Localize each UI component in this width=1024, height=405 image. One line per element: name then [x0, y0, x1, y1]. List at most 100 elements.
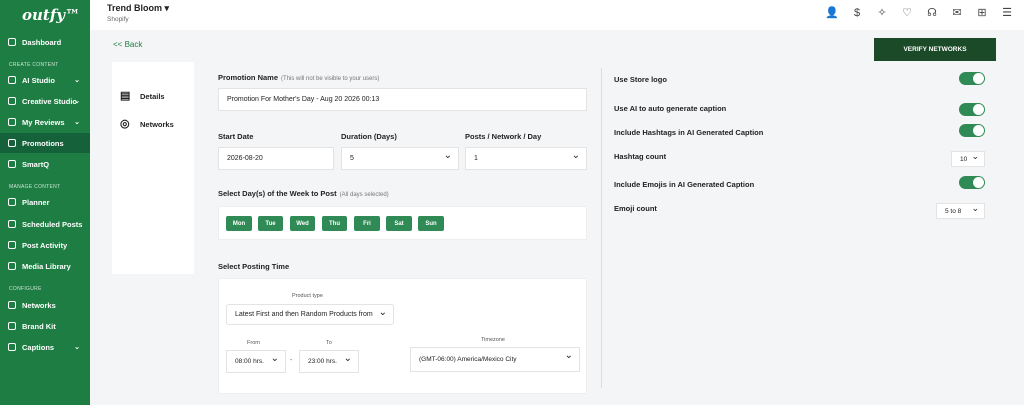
duration-label: Duration (Days) [341, 132, 397, 141]
scheduled-posts-icon [8, 220, 16, 228]
sidebar-item-label: Post Activity [22, 240, 68, 250]
start-date-input[interactable]: 2026-08-20 [218, 147, 334, 170]
product-type-label: Product type [292, 293, 323, 299]
reviews-icon [8, 118, 16, 126]
days-label: Select Day(s) of the Week to Post (All da… [218, 189, 389, 198]
dashboard-icon [8, 38, 16, 46]
sidebar-item-my-reviews[interactable]: My Reviews ⌄ [0, 112, 90, 132]
sidebar-item-label: Brand Kit [22, 321, 56, 331]
section-manage-content: MANAGE CONTENT [9, 184, 61, 190]
details-icon: ▤ [120, 90, 131, 102]
posts-per-day-label: Posts / Network / Day [465, 132, 542, 141]
sidebar-item-brand-kit[interactable]: Brand Kit [0, 316, 90, 336]
sidebar-item-smartq[interactable]: SmartQ [0, 154, 90, 174]
section-configure: CONFIGURE [9, 286, 42, 292]
sidebar-item-post-activity[interactable]: Post Activity [0, 235, 90, 255]
timezone-select[interactable]: (GMT-06:00) America/Mexico City [410, 347, 580, 372]
time-range-separator: - [290, 357, 293, 364]
hashtags-toggle[interactable] [959, 124, 985, 137]
from-time-select[interactable]: 08:00 hrs. [226, 350, 286, 373]
step-details[interactable]: ▤ Details [120, 91, 165, 102]
creative-studio-icon [8, 97, 16, 105]
posting-time-label: Select Posting Time [218, 262, 290, 271]
sidebar-item-creative-studio[interactable]: Creative Studio ⌄ [0, 91, 90, 111]
section-create-content: CREATE CONTENT [9, 62, 59, 68]
sidebar-item-scheduled-posts[interactable]: Scheduled Posts [0, 214, 90, 234]
posting-time-panel [218, 278, 587, 394]
use-store-logo-toggle[interactable] [959, 72, 985, 85]
promotion-name-hint: (This will not be visible to your users) [281, 76, 380, 82]
sidebar-item-dashboard[interactable]: Dashboard [0, 32, 90, 52]
day-sat-button[interactable]: Sat [386, 216, 412, 231]
duration-select[interactable]: 5 [341, 147, 459, 170]
emojis-toggle[interactable] [959, 176, 985, 189]
promotion-name-label: Promotion Name (This will not be visible … [218, 73, 380, 82]
store-name: Trend Bloom [107, 3, 163, 13]
step-label: Networks [140, 120, 174, 129]
sidebar-item-ai-studio[interactable]: AI Studio ⌄ [0, 70, 90, 90]
promotion-name-input[interactable]: Promotion For Mother's Day - Aug 20 2026… [218, 88, 587, 111]
day-fri-button[interactable]: Fri [354, 216, 380, 231]
networks-icon [8, 301, 16, 309]
step-networks[interactable]: ◎ Networks [120, 119, 174, 130]
user-icon[interactable]: 👤 [825, 6, 839, 20]
back-link[interactable]: << Back [113, 40, 142, 49]
menu-icon[interactable]: ☰ [1000, 6, 1014, 20]
sidebar: outfy™ Dashboard CREATE CONTENT AI Studi… [0, 0, 90, 405]
product-type-select[interactable]: Latest First and then Random Products fr… [226, 304, 394, 325]
ai-caption-toggle[interactable] [959, 103, 985, 116]
post-activity-icon [8, 241, 16, 249]
emoji-count-select[interactable]: 5 to 8 [936, 203, 985, 219]
billing-icon[interactable]: $ [850, 6, 864, 20]
sidebar-item-planner[interactable]: Planner [0, 192, 90, 212]
captions-icon [8, 343, 16, 351]
hashtags-label: Include Hashtags in AI Generated Caption [614, 128, 764, 137]
topbar: Trend Bloom ▾ Shopify 👤 $ ✧ ♡ ☊ ✉ ⊞ ☰ [90, 0, 1024, 30]
sidebar-item-label: Captions [22, 342, 55, 352]
emoji-count-label: Emoji count [614, 204, 657, 213]
sidebar-item-label: Networks [22, 300, 56, 310]
day-tue-button[interactable]: Tue [258, 216, 283, 231]
ai-studio-icon [8, 76, 16, 84]
planner-icon [8, 198, 16, 206]
use-store-logo-label: Use Store logo [614, 75, 667, 84]
start-date-label: Start Date [218, 132, 254, 141]
smartq-icon [8, 160, 16, 168]
chevron-down-icon: ⌄ [74, 98, 80, 105]
chevron-down-icon: ⌄ [74, 77, 80, 84]
handshake-icon[interactable]: ♡ [900, 6, 914, 20]
column-divider [601, 68, 602, 388]
sidebar-item-media-library[interactable]: Media Library [0, 256, 90, 276]
day-wed-button[interactable]: Wed [290, 216, 315, 231]
sidebar-item-captions[interactable]: Captions ⌄ [0, 337, 90, 357]
verify-networks-button[interactable]: VERIFY NETWORKS [874, 38, 996, 61]
magic-icon[interactable]: ✧ [875, 6, 889, 20]
promotion-steps-panel: ▤ Details ◎ Networks [112, 62, 194, 274]
to-label: To [326, 340, 332, 346]
sidebar-item-label: Scheduled Posts [22, 219, 83, 229]
days-selector: Mon Tue Wed Thu Fri Sat Sun [218, 206, 587, 240]
sidebar-item-networks[interactable]: Networks [0, 295, 90, 315]
to-time-select[interactable]: 23:00 hrs. [299, 350, 359, 373]
emojis-label: Include Emojis in AI Generated Caption [614, 180, 755, 189]
promotions-icon [8, 139, 16, 147]
posts-per-day-select[interactable]: 1 [465, 147, 587, 170]
sidebar-item-promotions[interactable]: Promotions [0, 133, 90, 153]
globe-icon: ◎ [120, 118, 130, 130]
day-mon-button[interactable]: Mon [226, 216, 252, 231]
ai-caption-label: Use AI to auto generate caption [614, 104, 727, 113]
notifications-icon[interactable]: ✉ [950, 6, 964, 20]
sidebar-item-label: Media Library [22, 261, 71, 271]
brand-kit-icon [8, 322, 16, 330]
store-selector[interactable]: Trend Bloom ▾ [107, 3, 169, 14]
caret-down-icon: ▾ [164, 3, 170, 13]
hashtag-count-select[interactable]: 10 [951, 151, 985, 167]
sidebar-item-label: Planner [22, 197, 50, 207]
grid-icon[interactable]: ⊞ [975, 6, 989, 20]
day-thu-button[interactable]: Thu [322, 216, 347, 231]
support-icon[interactable]: ☊ [925, 6, 939, 20]
day-sun-button[interactable]: Sun [418, 216, 444, 231]
media-library-icon [8, 262, 16, 270]
chevron-down-icon: ⌄ [74, 119, 80, 126]
sidebar-item-label: My Reviews [22, 117, 65, 127]
